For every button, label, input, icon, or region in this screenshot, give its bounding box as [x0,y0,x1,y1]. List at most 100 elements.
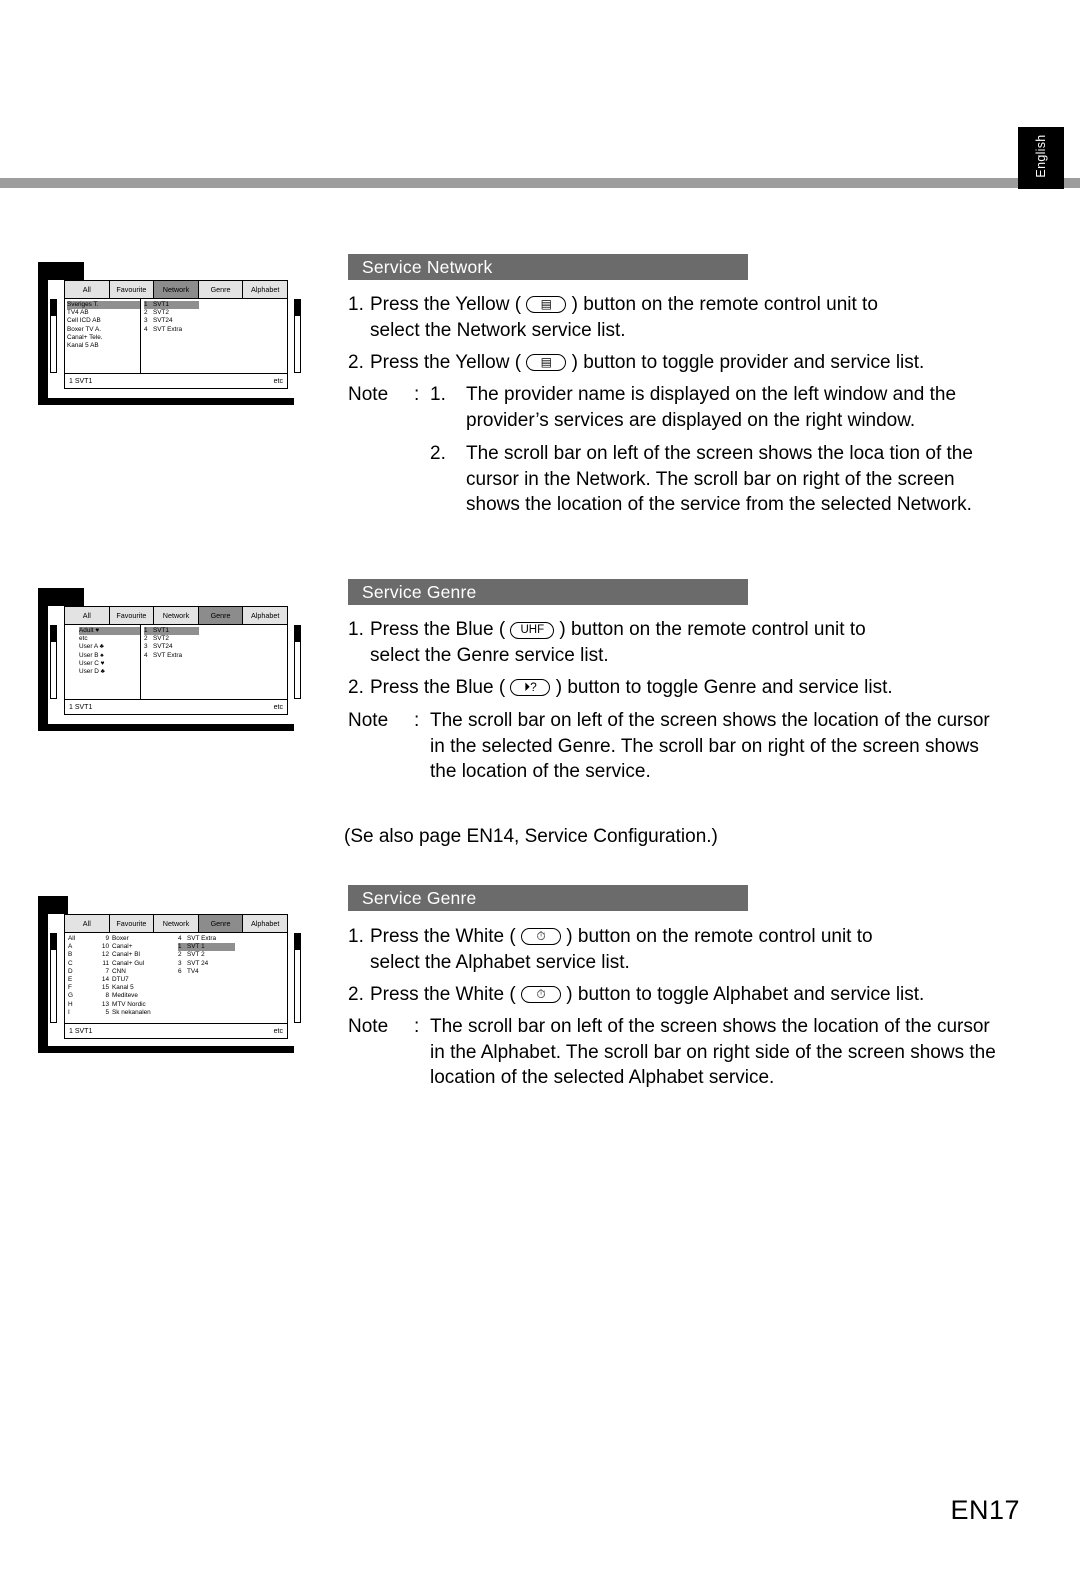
list-item[interactable]: User D ♣ [79,668,140,676]
list-item-label: SVT2 [153,635,169,643]
osd-tab-genre[interactable]: Genre [198,281,244,298]
list-item[interactable]: TV4 AB [67,309,140,317]
osd-columns: Adult ♥ etc User A ♣ User B ♠ User C ♥ U… [50,624,301,699]
list-item[interactable]: 15 Kanal 5 [95,984,175,992]
osd-tab-network[interactable]: Network [154,281,199,298]
osd-right-scrollbar[interactable] [294,299,301,373]
step-text-pre: Press the White ( [370,926,516,947]
list-item[interactable]: H [68,1001,95,1009]
step-text-pre: Press the Yellow ( [370,352,522,373]
list-item[interactable]: 3 SVT24 [144,643,287,651]
list-item-index: 7 [105,967,109,975]
osd-tab-favourite[interactable]: Favourite [109,281,155,298]
list-item-label: Canal+ [112,943,133,951]
osd-status-bar: 1 SVT1 etc [65,373,287,388]
list-item[interactable]: 10 Canal+ [95,943,175,951]
osd-status-right: etc [273,1027,283,1035]
list-item[interactable]: I [68,1009,95,1017]
list-item[interactable]: 13 MTV Nordic [95,1001,175,1009]
scroll-thumb[interactable] [295,626,300,642]
list-item[interactable]: 9 Boxer [95,935,175,943]
osd-tab-network[interactable]: Network [154,607,199,624]
list-item-index: 11 [102,959,109,967]
osd-tab-alphabet[interactable]: Alphabet [243,915,287,932]
list-item[interactable]: User B ♠ [79,652,140,660]
osd-tab-all[interactable]: All [65,607,110,624]
osd-status-left: 1 SVT1 [69,1027,93,1035]
osd-left-scrollbar[interactable] [50,625,57,699]
list-item[interactable]: 6 TV4 [178,968,287,976]
list-item[interactable]: 1 SVT 1 [178,943,235,952]
note-item-number: 2. [430,443,446,464]
osd-provider-list[interactable]: Sveriges T. TV4 AB Cell ICD AB Boxer TV … [50,299,141,373]
list-item-index: 2 [144,309,148,317]
osd-tab-network[interactable]: Network [154,915,199,932]
osd-service-list[interactable]: 1 SVT1 2 SVT2 3 SVT24 4 SVT Extra [141,625,301,699]
list-item[interactable]: Boxer TV A. [67,326,140,334]
list-item[interactable]: Adult ♥ [79,627,140,636]
list-item[interactable]: B [68,951,95,959]
scroll-thumb[interactable] [295,300,300,316]
list-item[interactable]: 2 SVT 2 [178,951,287,959]
list-item[interactable]: C [68,960,95,968]
step-text-post: ) button on the remote control unit to [566,926,873,947]
step-text-line2: select the Genre service list. [370,644,609,666]
osd-tab-favourite[interactable]: Favourite [109,607,155,624]
step-text-pre: Press the Blue ( [370,677,506,698]
list-item[interactable]: 11 Canal+ Gul [95,960,175,968]
scroll-thumb[interactable] [295,934,300,950]
list-item[interactable]: A [68,943,95,951]
osd-tab-all[interactable]: All [65,281,110,298]
note-item-text: The scroll bar on left of the screen sho… [430,1016,996,1088]
list-item[interactable]: 1 SVT1 [144,301,199,310]
osd-tab-favourite[interactable]: Favourite [109,915,155,932]
list-item[interactable]: D [68,968,95,976]
list-item[interactable]: F [68,984,95,992]
osd-service-list[interactable]: 4 SVT Extra 1 SVT 1 2 SVT 2 3 SVT 24 6 TV4 [175,933,301,1023]
list-item[interactable]: 1 SVT1 [144,627,199,636]
list-item[interactable]: 5 Sk nekanalen [95,1009,175,1017]
list-item[interactable]: 2 SVT2 [144,309,287,317]
list-item[interactable]: 3 SVT24 [144,317,287,325]
list-item[interactable]: 8 Mediteve [95,992,175,1000]
osd-tab-genre[interactable]: Genre [198,915,244,932]
osd-alphabet-column[interactable]: All A B C D E F G H I [50,933,95,1023]
osd-left-scrollbar[interactable] [50,299,57,373]
list-item[interactable]: etc [79,635,140,643]
osd-middle-service-list[interactable]: 9 Boxer 10 Canal+ 12 Canal+ Bl 11 Canal+ Gul… [95,933,175,1023]
step-text-pre: Press the Blue ( [370,619,506,640]
list-item[interactable]: All [68,935,95,943]
list-item[interactable]: User C ♥ [79,660,140,668]
osd-right-scrollbar[interactable] [294,933,301,1023]
list-item[interactable]: 14 DTU7 [95,976,175,984]
step-number: 2. [348,352,364,373]
list-item[interactable]: Canal+ Tele. [67,334,140,342]
osd-tab-all[interactable]: All [65,915,110,932]
list-item[interactable]: E [68,976,95,984]
list-item[interactable]: Cell ICD AB [67,317,140,325]
list-item[interactable]: Kanal 5 AB [67,342,140,350]
osd-left-scrollbar[interactable] [50,933,57,1023]
list-item[interactable]: G [68,992,95,1000]
list-item[interactable]: 12 Canal+ Bl [95,951,175,959]
list-item[interactable]: 4 SVT Extra [144,326,287,334]
osd-columns: Sveriges T. TV4 AB Cell ICD AB Boxer TV … [50,298,301,373]
scroll-thumb[interactable] [51,626,56,642]
osd-right-scrollbar[interactable] [294,625,301,699]
list-item[interactable]: Sveriges T. [67,301,140,310]
osd-service-list[interactable]: 1 SVT1 2 SVT2 3 SVT24 4 SVT Extra [141,299,301,373]
osd-tab-genre[interactable]: Genre [198,607,244,624]
osd-tab-alphabet[interactable]: Alphabet [243,281,287,298]
osd-tab-alphabet[interactable]: Alphabet [243,607,287,624]
scroll-thumb[interactable] [51,300,56,316]
list-item[interactable]: 7 CNN [95,968,175,976]
list-item[interactable]: User A ♣ [79,643,140,651]
list-item[interactable]: 4 SVT Extra [178,935,287,943]
list-item[interactable]: 4 SVT Extra [144,652,287,660]
step-text-post: ) button on the remote control unit to [571,294,878,315]
note-item: The scroll bar on left of the screen sho… [430,1014,1008,1091]
list-item[interactable]: 2 SVT2 [144,635,287,643]
osd-genre-list[interactable]: Adult ♥ etc User A ♣ User B ♠ User C ♥ U… [50,625,141,699]
scroll-thumb[interactable] [51,934,56,950]
list-item[interactable]: 3 SVT 24 [178,960,287,968]
